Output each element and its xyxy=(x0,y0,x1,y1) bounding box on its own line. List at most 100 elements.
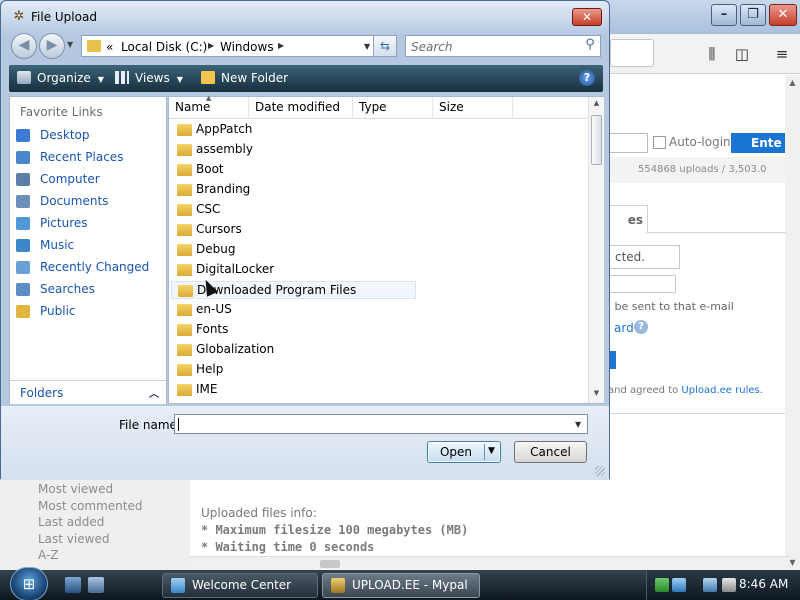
upload-info-line: * Waiting time 0 seconds xyxy=(201,540,375,554)
pictures-icon xyxy=(16,217,30,230)
file-row[interactable]: CSC xyxy=(171,201,411,219)
horizontal-scroll-thumb[interactable] xyxy=(320,560,340,568)
minimize-button[interactable]: – xyxy=(711,4,737,26)
help-circle-icon[interactable]: ? xyxy=(634,320,648,334)
column-name[interactable]: Name ▲ xyxy=(169,94,249,119)
menu-icon[interactable]: ≡ xyxy=(770,42,794,66)
stats-bar: 554868 uploads / 3,503.0 xyxy=(608,157,788,183)
switch-windows-icon[interactable] xyxy=(88,577,104,593)
organize-button[interactable]: Organize ▼ xyxy=(17,65,104,92)
maximize-button[interactable]: ❐ xyxy=(740,4,766,26)
dialog-close-button[interactable]: ✕ xyxy=(572,8,602,26)
upload-info-line: * Maximum filesize 100 megabytes (MB) xyxy=(201,523,469,537)
rules-link[interactable]: Upload.ee rules. xyxy=(681,385,762,396)
menu-last-added[interactable]: Last added xyxy=(38,515,104,529)
address-bar[interactable]: « Local Disk (C:) ▶ Windows ▶ ▼ xyxy=(81,35,379,57)
column-date-modified[interactable]: Date modified xyxy=(249,97,353,119)
folder-icon xyxy=(177,144,192,156)
windows-update-icon[interactable] xyxy=(672,578,686,592)
browser-horizontal-scrollbar[interactable] xyxy=(190,556,790,570)
scroll-up-arrow-icon[interactable]: ▲ xyxy=(785,75,800,90)
sidebar-icon[interactable]: ◫ xyxy=(730,42,754,66)
column-type[interactable]: Type xyxy=(353,97,433,119)
recent-pages-chevron-icon[interactable]: ▼ xyxy=(67,40,73,49)
file-row[interactable]: Debug xyxy=(171,241,411,259)
folder-icon xyxy=(177,364,192,376)
public-folder-icon xyxy=(16,305,30,318)
start-button[interactable]: ⊞ xyxy=(10,567,48,600)
file-row[interactable]: DigitalLocker xyxy=(171,261,411,279)
show-desktop-icon[interactable] xyxy=(65,577,81,593)
breadcrumb-windows[interactable]: Windows xyxy=(220,40,274,54)
back-button[interactable]: ◀ xyxy=(11,33,37,59)
file-select-field[interactable]: cted. xyxy=(608,245,680,269)
column-size[interactable]: Size xyxy=(433,97,513,119)
folders-toggle[interactable]: Folders ︿ xyxy=(10,380,166,404)
file-row[interactable]: assembly xyxy=(171,141,411,159)
new-folder-button[interactable]: New Folder xyxy=(201,65,288,92)
open-button[interactable]: Open ▼ xyxy=(427,441,501,463)
network-icon[interactable] xyxy=(703,578,717,592)
task-label: Welcome Center xyxy=(192,578,292,592)
file-row[interactable]: Globalization xyxy=(171,341,411,359)
browser-scrollbar[interactable]: ▲ ▼ xyxy=(785,75,800,570)
address-dropdown-icon[interactable]: ▼ xyxy=(364,42,370,51)
cancel-button[interactable]: Cancel xyxy=(514,441,587,463)
email-field[interactable] xyxy=(608,275,676,293)
scroll-down-arrow-icon[interactable]: ▼ xyxy=(589,389,604,403)
file-name: Fonts xyxy=(196,322,229,336)
favorite-links-heading: Favorite Links xyxy=(20,105,103,119)
chevron-down-icon[interactable]: ▼ xyxy=(575,420,581,429)
breadcrumb-arrow-icon[interactable]: ▶ xyxy=(278,41,284,50)
security-shield-icon[interactable] xyxy=(655,578,669,592)
autologin-checkbox[interactable] xyxy=(653,136,666,149)
command-bar: Organize ▼ Views ▼ New Folder ? xyxy=(9,65,603,92)
file-name: CSC xyxy=(196,202,221,216)
file-row[interactable]: Fonts xyxy=(171,321,411,339)
breadcrumb-overflow[interactable]: « xyxy=(106,40,113,54)
open-label: Open xyxy=(439,445,473,459)
forward-button[interactable]: ▶ xyxy=(39,33,65,59)
menu-most-viewed[interactable]: Most viewed xyxy=(38,482,113,496)
organize-label: Organize xyxy=(37,71,91,85)
taskbar-welcome-center[interactable]: Welcome Center xyxy=(162,573,318,598)
scroll-thumb[interactable] xyxy=(591,115,602,165)
scroll-up-arrow-icon[interactable]: ▲ xyxy=(589,99,604,113)
clock[interactable]: 8:46 AM xyxy=(739,577,788,591)
file-list-scrollbar[interactable]: ▲ ▼ xyxy=(588,97,604,403)
file-row[interactable]: IME xyxy=(171,381,411,399)
browser-close-button[interactable]: ✕ xyxy=(769,4,797,26)
taskbar-upload-browser[interactable]: UPLOAD.EE - Mypal xyxy=(322,573,480,598)
favorite-link-label: Searches xyxy=(40,282,95,296)
password-field[interactable] xyxy=(608,133,648,153)
help-icon[interactable]: ? xyxy=(579,70,595,86)
views-button[interactable]: Views ▼ xyxy=(115,65,183,92)
column-header: Name ▲ Date modified Type Size xyxy=(169,94,603,119)
file-row[interactable]: Boot xyxy=(171,161,411,179)
library-icon[interactable]: ⫼ xyxy=(700,42,724,66)
file-name-input[interactable]: ▼ xyxy=(174,414,588,434)
file-row[interactable]: AppPatch xyxy=(171,121,411,139)
menu-last-viewed[interactable]: Last viewed xyxy=(38,532,109,546)
file-row[interactable]: Help xyxy=(171,361,411,379)
folder-icon xyxy=(177,224,192,236)
file-row[interactable]: Cursors xyxy=(171,221,411,239)
resize-grip-icon[interactable] xyxy=(595,466,605,476)
folder-icon xyxy=(177,184,192,196)
search-input[interactable]: Search ⚲ xyxy=(405,35,601,57)
breadcrumb-arrow-icon[interactable]: ▶ xyxy=(208,41,214,50)
browser-search-field[interactable] xyxy=(610,39,654,67)
volume-muted-icon[interactable] xyxy=(722,578,736,592)
menu-most-commented[interactable]: Most commented xyxy=(38,499,142,513)
upload-tab[interactable]: es xyxy=(608,205,648,233)
password-link[interactable]: ard xyxy=(614,321,634,335)
organize-icon xyxy=(17,71,31,84)
search-icon[interactable]: ⚲ xyxy=(582,37,598,55)
file-row[interactable]: Branding xyxy=(171,181,411,199)
open-options-chevron-icon[interactable]: ▼ xyxy=(488,446,495,456)
file-row[interactable]: en-US xyxy=(171,301,411,319)
menu-a-z[interactable]: A-Z xyxy=(38,548,59,562)
file-name: Boot xyxy=(196,162,224,176)
breadcrumb-local-disk[interactable]: Local Disk (C:) xyxy=(121,40,207,54)
refresh-button[interactable]: ⇆ xyxy=(373,35,397,57)
